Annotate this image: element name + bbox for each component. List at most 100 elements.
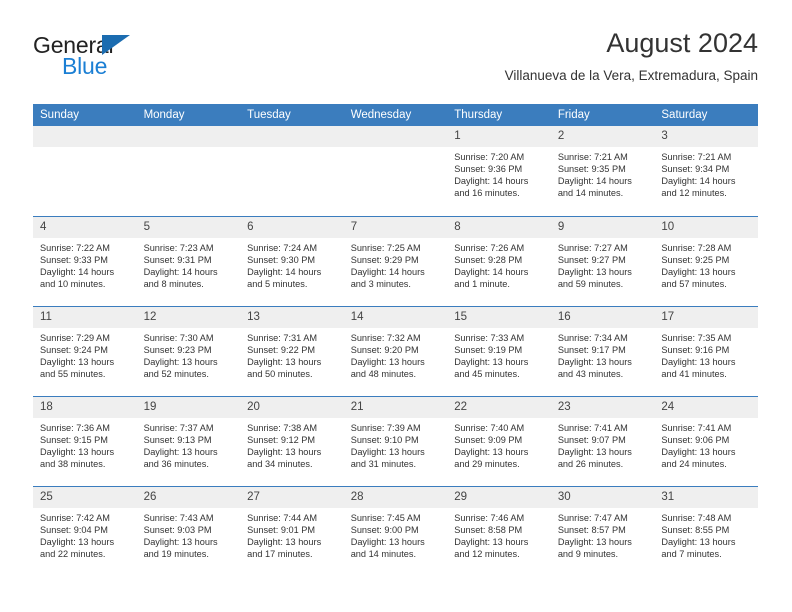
calendar-cell-day[interactable]: 31 Sunrise: 7:48 AM Sunset: 8:55 PM Dayligh… [654, 485, 758, 576]
day-detail-sunset: Sunset: 9:30 PM [247, 254, 316, 265]
day-detail-sunset: Sunset: 9:10 PM [350, 434, 419, 445]
day-detail-daylight2: and 43 minutes. [557, 368, 624, 379]
day-number: 3 [654, 126, 758, 147]
calendar-cell-day[interactable]: 24 Sunrise: 7:41 AM Sunset: 9:06 PM Dayligh… [654, 395, 758, 486]
calendar-cell-day[interactable]: 12 Sunrise: 7:30 AM Sunset: 9:23 PM Dayligh… [136, 305, 241, 396]
calendar-cell-day[interactable]: 25 Sunrise: 7:42 AM Sunset: 9:04 PM Dayligh… [33, 485, 137, 576]
calendar-cell-day[interactable]: 6 Sunrise: 7:24 AM Sunset: 9:30 PM Daylight… [240, 215, 344, 306]
calendar-cell-day[interactable]: 2 Sunrise: 7:21 AM Sunset: 9:35 PM Daylight… [550, 126, 655, 216]
calendar-cell-day[interactable]: 20 Sunrise: 7:38 AM Sunset: 9:12 PM Dayligh… [240, 395, 344, 486]
day-detail-sunrise: Sunrise: 7:25 AM [350, 242, 421, 253]
weekday-header-friday: Friday [550, 104, 655, 126]
calendar-cell-day[interactable]: 16 Sunrise: 7:34 AM Sunset: 9:17 PM Dayligh… [550, 305, 655, 396]
calendar-cell-day[interactable]: 30 Sunrise: 7:47 AM Sunset: 8:57 PM Dayligh… [550, 485, 655, 576]
day-number: 17 [654, 306, 758, 328]
day-detail-sunrise: Sunrise: 7:29 AM [40, 332, 110, 343]
weekday-header-tuesday: Tuesday [240, 104, 344, 126]
calendar-cell-day[interactable]: 13 Sunrise: 7:31 AM Sunset: 9:22 PM Dayligh… [240, 305, 344, 396]
day-detail-sunset: Sunset: 9:16 PM [661, 344, 730, 355]
day-details: Sunrise: 7:24 AM Sunset: 9:30 PM Daylight:… [240, 238, 344, 290]
day-detail-sunrise: Sunrise: 7:20 AM [454, 152, 525, 162]
day-detail-sunset: Sunset: 9:06 PM [661, 434, 730, 445]
calendar-week-row: 11 Sunrise: 7:29 AM Sunset: 9:24 PM Dayligh… [33, 305, 758, 396]
calendar-cell-day[interactable]: 28 Sunrise: 7:45 AM Sunset: 9:00 PM Dayligh… [343, 485, 448, 576]
day-detail-daylight1: Daylight: 13 hours [661, 536, 736, 547]
calendar-cell-day[interactable]: 11 Sunrise: 7:29 AM Sunset: 9:24 PM Dayligh… [33, 305, 137, 396]
day-detail-sunrise: Sunrise: 7:34 AM [557, 332, 628, 343]
calendar-cell-day[interactable]: 4 Sunrise: 7:22 AM Sunset: 9:33 PM Daylight… [33, 215, 137, 306]
day-detail-daylight1: Daylight: 13 hours [350, 536, 425, 547]
calendar-cell-day[interactable]: 29 Sunrise: 7:46 AM Sunset: 8:58 PM Dayligh… [447, 485, 551, 576]
day-detail-daylight2: and 1 minute. [454, 278, 510, 289]
calendar-cell-day[interactable]: 9 Sunrise: 7:27 AM Sunset: 9:27 PM Daylight… [550, 215, 655, 306]
day-details: Sunrise: 7:22 AM Sunset: 9:33 PM Daylight:… [33, 238, 137, 290]
day-detail-daylight1: Daylight: 13 hours [350, 356, 425, 367]
day-detail-daylight1: Daylight: 13 hours [143, 536, 218, 547]
day-number: 6 [240, 216, 344, 238]
day-detail-sunrise: Sunrise: 7:21 AM [557, 152, 628, 162]
calendar-cell-day[interactable]: 22 Sunrise: 7:40 AM Sunset: 9:09 PM Dayligh… [447, 395, 551, 486]
day-detail-sunrise: Sunrise: 7:42 AM [40, 512, 110, 523]
day-detail-sunrise: Sunrise: 7:31 AM [247, 332, 318, 343]
day-detail-sunset: Sunset: 9:35 PM [557, 164, 626, 175]
day-detail-sunrise: Sunrise: 7:40 AM [454, 422, 525, 433]
day-number: 27 [240, 486, 344, 508]
calendar-cell-day[interactable]: 26 Sunrise: 7:43 AM Sunset: 9:03 PM Dayligh… [136, 485, 241, 576]
calendar-cell-day[interactable]: 14 Sunrise: 7:32 AM Sunset: 9:20 PM Dayligh… [343, 305, 448, 396]
day-detail-sunrise: Sunrise: 7:33 AM [454, 332, 525, 343]
day-detail-sunset: Sunset: 9:24 PM [40, 344, 108, 355]
day-detail-daylight1: Daylight: 13 hours [454, 446, 529, 457]
day-detail-sunrise: Sunrise: 7:37 AM [143, 422, 214, 433]
day-number: 4 [33, 216, 137, 238]
day-detail-daylight1: Daylight: 13 hours [454, 536, 529, 547]
day-detail-daylight1: Daylight: 13 hours [40, 536, 115, 547]
day-detail-sunset: Sunset: 9:22 PM [247, 344, 316, 355]
day-number: 5 [136, 216, 241, 238]
calendar-cell-day[interactable]: 18 Sunrise: 7:36 AM Sunset: 9:15 PM Dayligh… [33, 395, 137, 486]
logo-text-blue: Blue [62, 53, 108, 79]
day-detail-sunrise: Sunrise: 7:41 AM [661, 422, 732, 433]
day-details: Sunrise: 7:48 AM Sunset: 8:55 PM Daylight:… [654, 508, 758, 560]
day-number: 23 [550, 396, 655, 418]
calendar-cell-day[interactable]: 3 Sunrise: 7:21 AM Sunset: 9:34 PM Daylight… [654, 126, 758, 216]
day-detail-sunset: Sunset: 9:29 PM [350, 254, 419, 265]
calendar-cell-day[interactable]: 10 Sunrise: 7:28 AM Sunset: 9:25 PM Dayligh… [654, 215, 758, 306]
day-detail-daylight1: Daylight: 14 hours [454, 176, 529, 187]
day-detail-sunrise: Sunrise: 7:26 AM [454, 242, 525, 253]
calendar-cell-day[interactable]: 1 Sunrise: 7:20 AM Sunset: 9:36 PM Daylight… [447, 126, 551, 216]
day-number [33, 126, 137, 147]
day-detail-sunset: Sunset: 9:12 PM [247, 434, 316, 445]
day-number: 10 [654, 216, 758, 238]
day-number: 18 [33, 396, 137, 418]
calendar-cell-day[interactable]: 23 Sunrise: 7:41 AM Sunset: 9:07 PM Dayligh… [550, 395, 655, 486]
title-block: August 2024 Villanueva de la Vera, Extre… [505, 26, 758, 86]
day-detail-daylight1: Daylight: 14 hours [247, 266, 322, 277]
day-number: 22 [447, 396, 551, 418]
day-detail-sunset: Sunset: 9:17 PM [557, 344, 626, 355]
calendar-cell-day[interactable]: 5 Sunrise: 7:23 AM Sunset: 9:31 PM Daylight… [136, 215, 241, 306]
calendar-week-row: 1 Sunrise: 7:20 AM Sunset: 9:36 PM Daylight… [33, 126, 758, 216]
day-number: 28 [343, 486, 448, 508]
day-details: Sunrise: 7:34 AM Sunset: 9:17 PM Daylight:… [551, 328, 655, 380]
calendar-cell-day[interactable]: 19 Sunrise: 7:37 AM Sunset: 9:13 PM Dayligh… [136, 395, 241, 486]
day-number: 16 [550, 306, 655, 328]
day-detail-sunset: Sunset: 9:25 PM [661, 254, 730, 265]
day-detail-sunset: Sunset: 9:33 PM [40, 254, 108, 265]
day-details: Sunrise: 7:39 AM Sunset: 9:10 PM Daylight:… [344, 418, 448, 470]
day-detail-daylight2: and 14 minutes. [557, 188, 624, 199]
calendar-cell-day[interactable]: 21 Sunrise: 7:39 AM Sunset: 9:10 PM Dayligh… [343, 395, 448, 486]
day-detail-sunrise: Sunrise: 7:41 AM [557, 422, 628, 433]
calendar-cell-day[interactable]: 15 Sunrise: 7:33 AM Sunset: 9:19 PM Dayligh… [447, 305, 551, 396]
day-detail-daylight1: Daylight: 14 hours [350, 266, 425, 277]
calendar-cell-day[interactable]: 8 Sunrise: 7:26 AM Sunset: 9:28 PM Daylight… [447, 215, 551, 306]
day-details: Sunrise: 7:41 AM Sunset: 9:07 PM Daylight:… [551, 418, 655, 470]
calendar-cell-day[interactable]: 27 Sunrise: 7:44 AM Sunset: 9:01 PM Dayligh… [240, 485, 344, 576]
day-detail-daylight2: and 34 minutes. [247, 458, 313, 469]
general-blue-logo[interactable]: General Blue [33, 32, 223, 90]
day-detail-daylight1: Daylight: 14 hours [40, 266, 115, 277]
day-detail-daylight2: and 52 minutes. [143, 368, 209, 379]
day-details: Sunrise: 7:35 AM Sunset: 9:16 PM Daylight:… [654, 328, 758, 380]
calendar-cell-day[interactable]: 17 Sunrise: 7:35 AM Sunset: 9:16 PM Dayligh… [654, 305, 758, 396]
day-detail-sunset: Sunset: 9:00 PM [350, 524, 419, 535]
calendar-cell-day[interactable]: 7 Sunrise: 7:25 AM Sunset: 9:29 PM Daylight… [343, 215, 448, 306]
